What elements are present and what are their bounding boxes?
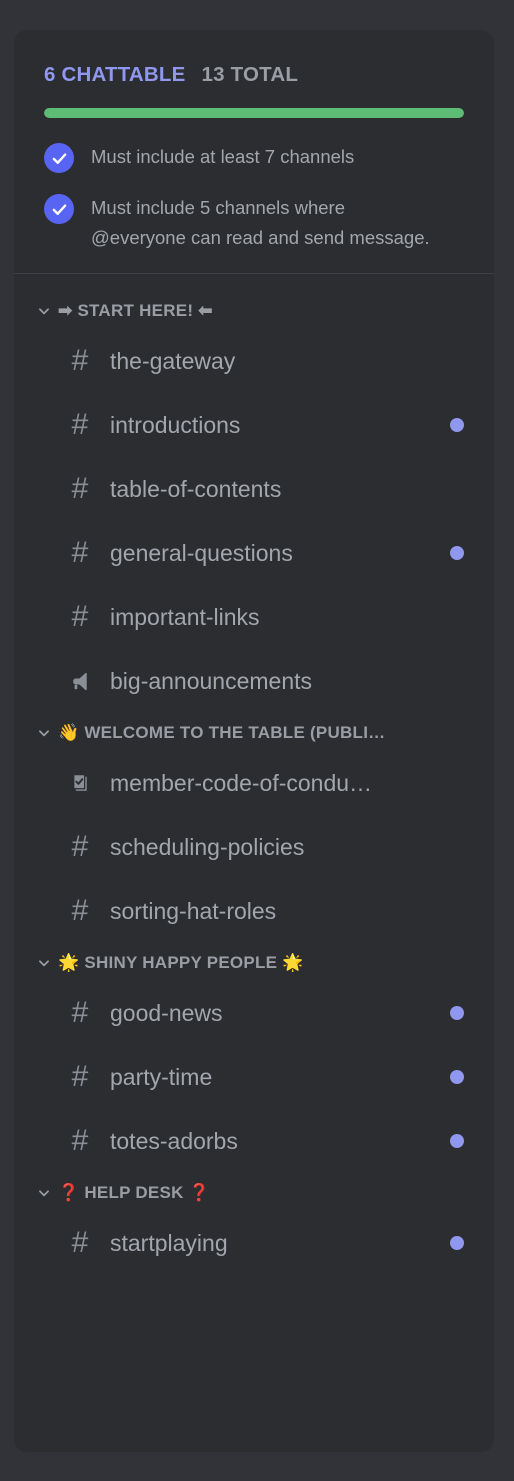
total-count: 13 TOTAL [201,63,299,86]
channel-status-dot [450,1006,464,1020]
channel-item[interactable]: # good-news [14,981,494,1045]
category-label: 🌟 SHINY HAPPY PEOPLE 🌟 [58,953,304,972]
channel-item[interactable]: # sorting-hat-roles [14,879,494,943]
channel-name: general-questions [110,539,293,566]
channel-summary-panel: 6 CHATTABLE 13 TOTAL Must include at lea… [14,30,494,253]
channel-status-dot [450,1070,464,1084]
channel-status-dot [450,1236,464,1250]
channel-name: good-news [110,999,223,1026]
channel-name: totes-adorbs [110,1127,238,1154]
progress-bar [44,108,464,118]
chevron-down-icon[interactable] [37,304,51,318]
channel-name: the-gateway [110,347,236,374]
hash-icon: # [71,1226,89,1259]
channel-status-dot [450,1134,464,1148]
requirement-item: Must include 5 channels where @everyone … [44,193,464,253]
category-label: ➡ START HERE! ⬅ [58,301,213,320]
chevron-down-icon[interactable] [37,1186,51,1200]
channel-category-header[interactable]: 🌟 SHINY HAPPY PEOPLE 🌟 [14,943,494,981]
channel-category-header[interactable]: 👋 WELCOME TO THE TABLE (PUBLI… [14,713,494,751]
channel-item[interactable]: # party-time [14,1045,494,1109]
requirement-text: Must include at least 7 channels [91,146,355,167]
channel-name: important-links [110,603,260,630]
channel-category-header[interactable]: ❓ HELP DESK ❓ [14,1173,494,1211]
hash-icon: # [71,408,89,441]
chevron-down-icon[interactable] [37,726,51,740]
channel-item[interactable]: big-announcements [14,649,494,713]
channel-name: startplaying [110,1229,228,1256]
check-icon [44,143,74,173]
requirements-list: Must include at least 7 channels Must inc… [44,142,464,253]
channel-item[interactable]: # scheduling-policies [14,815,494,879]
requirement-text: Must include 5 channels where @everyone … [91,197,430,248]
channel-item[interactable]: # table-of-contents [14,457,494,521]
chevron-down-icon[interactable] [37,956,51,970]
hash-icon: # [71,830,89,863]
channel-name: party-time [110,1063,213,1090]
progress-bar-fill [44,108,464,118]
category-label: 👋 WELCOME TO THE TABLE (PUBLI… [58,723,386,742]
channel-name: scheduling-policies [110,833,305,860]
channel-list: ➡ START HERE! ⬅ # the-gateway # introduction… [14,274,494,1275]
hash-icon: # [71,996,89,1029]
hash-icon: # [71,536,89,569]
channel-name: big-announcements [110,667,313,694]
channel-item[interactable]: # startplaying [14,1211,494,1275]
category-label: ❓ HELP DESK ❓ [58,1183,211,1202]
hash-icon: # [71,344,89,377]
hash-icon: # [71,1060,89,1093]
announcement-icon [67,668,93,694]
hash-icon: # [71,600,89,633]
requirement-item: Must include at least 7 channels [44,142,464,173]
chattable-count: 6 CHATTABLE [44,63,186,86]
check-icon [44,194,74,224]
hash-icon: # [71,1124,89,1157]
channel-item[interactable]: # general-questions [14,521,494,585]
channel-item[interactable]: # totes-adorbs [14,1109,494,1173]
channel-status-dot [450,418,464,432]
rules-icon [67,770,93,796]
channel-name: member-code-of-condu… [110,769,373,796]
channel-counts: 6 CHATTABLE 13 TOTAL [44,63,464,87]
channel-item[interactable]: # important-links [14,585,494,649]
channel-item[interactable]: # the-gateway [14,329,494,393]
hash-icon: # [71,894,89,927]
channel-browser-card: 6 CHATTABLE 13 TOTAL Must include at lea… [14,30,494,1452]
channel-name: introductions [110,411,241,438]
channel-category-header[interactable]: ➡ START HERE! ⬅ [14,291,494,329]
channel-item[interactable]: member-code-of-condu… [14,751,494,815]
channel-name: table-of-contents [110,475,282,502]
channel-name: sorting-hat-roles [110,897,277,924]
hash-icon: # [71,472,89,505]
channel-status-dot [450,546,464,560]
channel-item[interactable]: # introductions [14,393,494,457]
